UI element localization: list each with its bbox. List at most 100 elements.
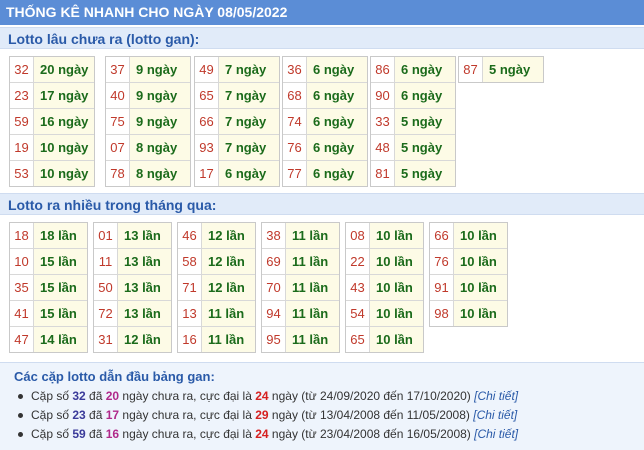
- nhieu-number: 50: [94, 275, 118, 300]
- gan-cell[interactable]: 65 7 ngày: [195, 83, 279, 108]
- row-divider: [283, 108, 367, 109]
- row-divider: [94, 300, 171, 301]
- gan-cell[interactable]: 49 7 ngày: [195, 57, 279, 82]
- nhieu-cell[interactable]: 47 14 lần: [10, 327, 87, 352]
- gan-number: 33: [371, 109, 395, 134]
- gan-cell[interactable]: 66 7 ngày: [195, 109, 279, 134]
- nhieu-cell[interactable]: 95 11 lần: [262, 327, 339, 352]
- pair-range: ngày (từ 13/04/2008 đến 11/05/2008): [268, 408, 474, 422]
- gan-value: 10 ngày: [34, 135, 94, 160]
- nhieu-cell[interactable]: 18 18 lần: [10, 223, 87, 248]
- gan-cell[interactable]: 19 10 ngày: [10, 135, 94, 160]
- nhieu-cell[interactable]: 50 13 lần: [94, 275, 171, 300]
- nhieu-value: 13 lần: [118, 249, 171, 274]
- gan-column: 36 6 ngày 68 6 ngày 74 6 ngày 76 6 ngày 77 6 ngày: [282, 56, 368, 187]
- row-divider: [262, 326, 339, 327]
- nhieu-cell[interactable]: 91 10 lần: [430, 275, 507, 300]
- gan-cell[interactable]: 93 7 ngày: [195, 135, 279, 160]
- nhieu-cell[interactable]: 16 11 lần: [178, 327, 255, 352]
- nhieu-cell[interactable]: 58 12 lần: [178, 249, 255, 274]
- gan-cell[interactable]: 23 17 ngày: [10, 83, 94, 108]
- nhieu-number: 46: [178, 223, 202, 248]
- nhieu-column: 38 11 lần 69 11 lần 70 11 lần 94 11 lần 95 11 lần: [261, 222, 340, 353]
- row-divider: [371, 134, 455, 135]
- gan-cell[interactable]: 40 9 ngày: [106, 83, 190, 108]
- gan-cell[interactable]: 86 6 ngày: [371, 57, 455, 82]
- detail-link[interactable]: [Chi tiết]: [474, 389, 518, 403]
- nhieu-cell[interactable]: 72 13 lần: [94, 301, 171, 326]
- gan-number: 36: [283, 57, 307, 82]
- nhieu-cell[interactable]: 71 12 lần: [178, 275, 255, 300]
- gan-cell[interactable]: 53 10 ngày: [10, 161, 94, 186]
- nhieu-cell[interactable]: 10 15 lần: [10, 249, 87, 274]
- nhieu-cell[interactable]: 65 10 lần: [346, 327, 423, 352]
- gan-cell[interactable]: 33 5 ngày: [371, 109, 455, 134]
- row-divider: [262, 248, 339, 249]
- row-divider: [346, 300, 423, 301]
- pair-text: đã: [85, 408, 106, 422]
- nhieu-cell[interactable]: 35 15 lần: [10, 275, 87, 300]
- nhieu-cell[interactable]: 69 11 lần: [262, 249, 339, 274]
- nhieu-cell[interactable]: 66 10 lần: [430, 223, 507, 248]
- gan-cell[interactable]: 77 6 ngày: [283, 161, 367, 186]
- nhieu-column: 01 13 lần 11 13 lần 50 13 lần 72 13 lần 31 12 lần: [93, 222, 172, 353]
- nhieu-value: 11 lần: [286, 327, 339, 352]
- nhieu-value: 10 lần: [454, 301, 507, 326]
- nhieu-cell[interactable]: 13 11 lần: [178, 301, 255, 326]
- pair-number: 59: [72, 427, 86, 441]
- gan-cell[interactable]: 07 8 ngày: [106, 135, 190, 160]
- gan-cell[interactable]: 59 16 ngày: [10, 109, 94, 134]
- detail-link[interactable]: [Chi tiết]: [474, 427, 518, 441]
- nhieu-cell[interactable]: 46 12 lần: [178, 223, 255, 248]
- gan-cell[interactable]: 87 5 ngày: [459, 57, 543, 82]
- gan-column: 87 5 ngày: [458, 56, 544, 83]
- gan-cell[interactable]: 68 6 ngày: [283, 83, 367, 108]
- nhieu-value: 11 lần: [286, 275, 339, 300]
- gan-cell[interactable]: 74 6 ngày: [283, 109, 367, 134]
- bullet-dot: [18, 413, 23, 419]
- row-divider: [346, 248, 423, 249]
- pair-item: Cặp số 23 đã 17 ngày chưa ra, cực đại là…: [18, 408, 517, 422]
- gan-number: 86: [371, 57, 395, 82]
- nhieu-number: 71: [178, 275, 202, 300]
- detail-link[interactable]: [Chi tiết]: [473, 408, 517, 422]
- gan-number: 65: [195, 83, 219, 108]
- nhieu-cell[interactable]: 08 10 lần: [346, 223, 423, 248]
- row-divider: [106, 82, 190, 83]
- gan-cell[interactable]: 90 6 ngày: [371, 83, 455, 108]
- nhieu-cell[interactable]: 11 13 lần: [94, 249, 171, 274]
- row-divider: [10, 300, 87, 301]
- nhieu-cell[interactable]: 38 11 lần: [262, 223, 339, 248]
- gan-number: 78: [106, 161, 130, 186]
- row-divider: [178, 274, 255, 275]
- gan-cell[interactable]: 81 5 ngày: [371, 161, 455, 186]
- gan-cell[interactable]: 48 5 ngày: [371, 135, 455, 160]
- gan-number: 81: [371, 161, 395, 186]
- nhieu-cell[interactable]: 43 10 lần: [346, 275, 423, 300]
- nhieu-cell[interactable]: 54 10 lần: [346, 301, 423, 326]
- row-divider: [106, 108, 190, 109]
- row-divider: [10, 248, 87, 249]
- nhieu-cell[interactable]: 70 11 lần: [262, 275, 339, 300]
- row-divider: [195, 82, 279, 83]
- gan-cell[interactable]: 76 6 ngày: [283, 135, 367, 160]
- row-divider: [10, 134, 94, 135]
- gan-cell[interactable]: 78 8 ngày: [106, 161, 190, 186]
- page-header: THỐNG KÊ NHANH CHO NGÀY 08/05/2022: [0, 0, 644, 25]
- gan-cell[interactable]: 32 20 ngày: [10, 57, 94, 82]
- nhieu-cell[interactable]: 01 13 lần: [94, 223, 171, 248]
- nhieu-cell[interactable]: 22 10 lần: [346, 249, 423, 274]
- nhieu-section-title: Lotto ra nhiều trong tháng qua:: [0, 193, 644, 215]
- nhieu-cell[interactable]: 76 10 lần: [430, 249, 507, 274]
- nhieu-number: 69: [262, 249, 286, 274]
- gan-cell[interactable]: 36 6 ngày: [283, 57, 367, 82]
- gan-cell[interactable]: 37 9 ngày: [106, 57, 190, 82]
- gan-value: 8 ngày: [130, 135, 190, 160]
- nhieu-cell[interactable]: 98 10 lần: [430, 301, 507, 326]
- pair-text: Cặp số: [31, 389, 73, 403]
- nhieu-cell[interactable]: 94 11 lần: [262, 301, 339, 326]
- gan-cell[interactable]: 17 6 ngày: [195, 161, 279, 186]
- nhieu-cell[interactable]: 31 12 lần: [94, 327, 171, 352]
- nhieu-cell[interactable]: 41 15 lần: [10, 301, 87, 326]
- gan-cell[interactable]: 75 9 ngày: [106, 109, 190, 134]
